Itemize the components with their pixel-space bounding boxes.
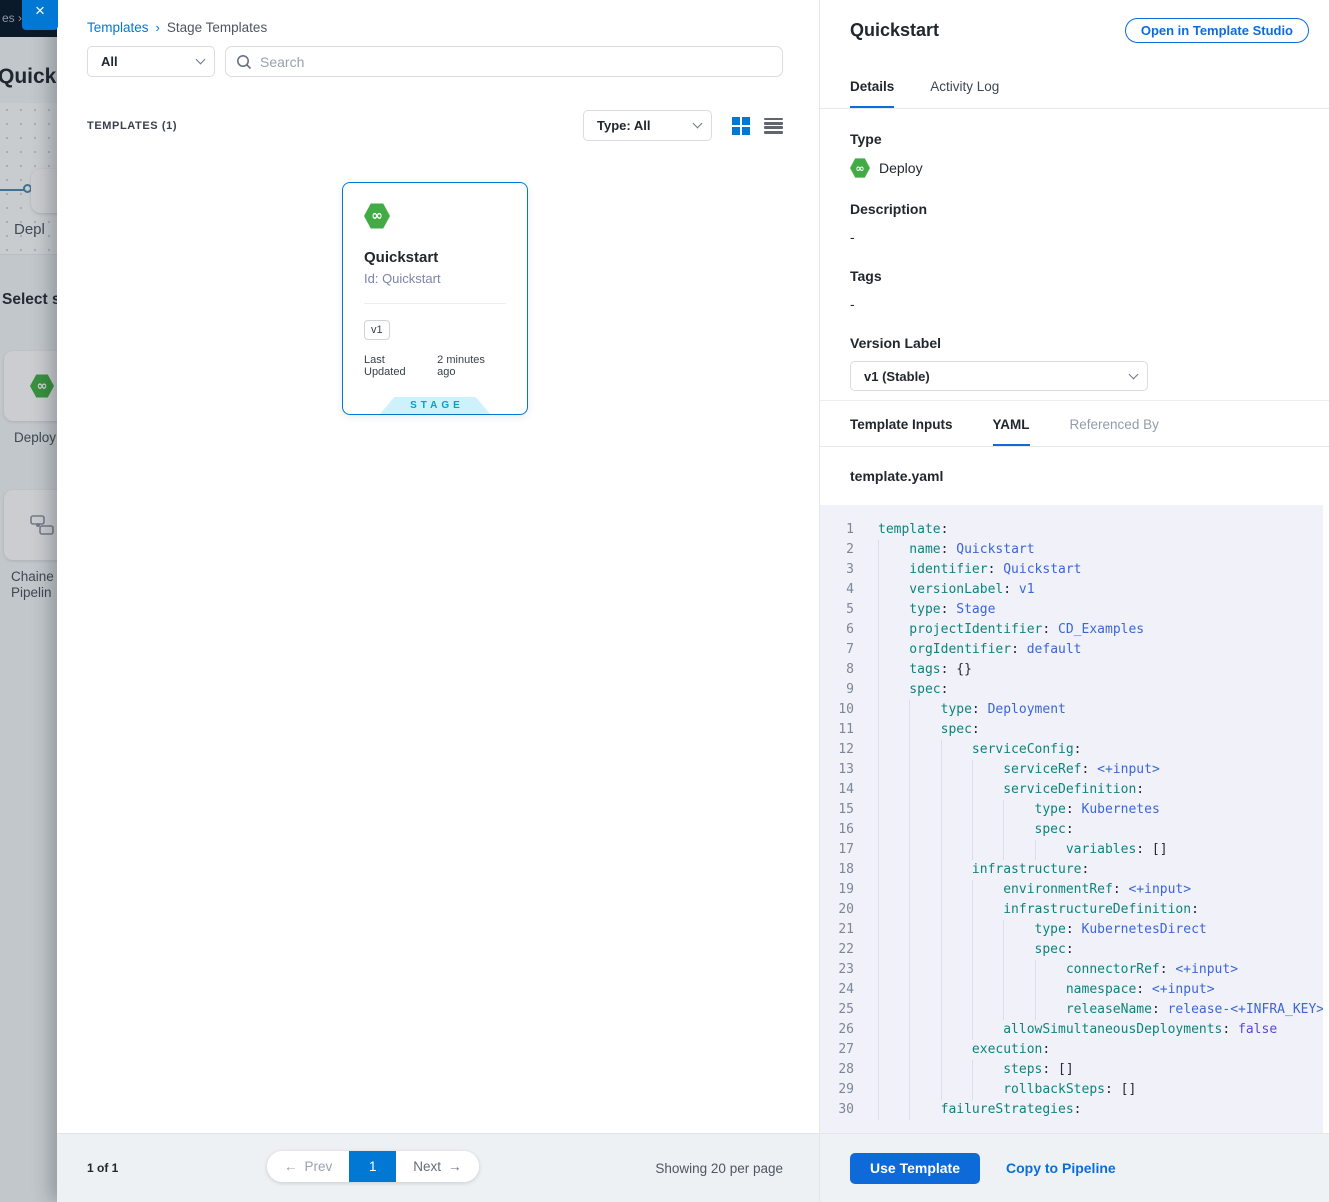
yaml-line: 6 projectIdentifier: CD_Examples [820,620,1323,640]
list-footer: 1 of 1 ← Prev 1 Next → Showing 20 per pa… [57,1133,819,1202]
last-updated-value: 2 minutes ago [437,354,506,378]
details-title: Quickstart [850,20,939,41]
breadcrumb-current: Stage Templates [167,20,267,35]
details-tabs: Details Activity Log [820,61,1329,109]
tab-details[interactable]: Details [850,79,894,108]
prev-page-button[interactable]: ← Prev [267,1151,349,1182]
yaml-line: 12 serviceConfig: [820,740,1323,760]
yaml-line: 8 tags: {} [820,660,1323,680]
stage-type-ribbon: STAGE [380,397,490,414]
tab-referenced-by[interactable]: Referenced By [1070,417,1159,446]
screen: es › Pipe Quicks Depl Select s ∞ Deploy [0,0,1329,1202]
template-details-panel: Quickstart Open in Template Studio Detai… [819,0,1329,1202]
scope-filter-value: All [101,54,118,69]
yaml-line: 29 rollbackSteps: [] [820,1080,1323,1100]
yaml-line: 7 orgIdentifier: default [820,640,1323,660]
yaml-line: 19 environmentRef: <+input> [820,880,1323,900]
template-card-quickstart[interactable]: ∞ Quickstart Id: Quickstart v1 Last Upda… [342,182,528,415]
description-label: Description [850,201,1299,217]
yaml-line: 5 type: Stage [820,600,1323,620]
open-in-template-studio-button[interactable]: Open in Template Studio [1125,18,1309,43]
yaml-line: 20 infrastructureDefinition: [820,900,1323,920]
grid-view-icon[interactable] [732,117,750,135]
chevron-down-icon [196,55,206,65]
per-page-label: Showing 20 per page [655,1161,783,1176]
tags-value: - [850,296,1299,312]
template-selector-drawer: Templates › Stage Templates All [57,0,1329,1202]
chevron-down-icon [693,119,703,129]
search-box [225,46,783,77]
tab-activity-log[interactable]: Activity Log [930,79,999,108]
yaml-line: 1template: [820,520,1323,540]
yaml-line: 9 spec: [820,680,1323,700]
scope-filter-select[interactable]: All [87,46,215,77]
last-updated-label: Last Updated [364,354,429,378]
version-select-value: v1 (Stable) [864,369,930,384]
copy-to-pipeline-link[interactable]: Copy to Pipeline [1006,1160,1116,1176]
type-label: Type [850,131,1299,147]
close-drawer-button[interactable]: × [22,0,58,30]
yaml-line: 17 variables: [] [820,840,1323,860]
version-select[interactable]: v1 (Stable) [850,361,1148,391]
yaml-file-name: template.yaml [820,447,1329,505]
yaml-line: 16 spec: [820,820,1323,840]
pagination: ← Prev 1 Next → [267,1151,479,1182]
breadcrumb: Templates › Stage Templates [87,20,783,35]
details-footer: Use Template Copy to Pipeline [820,1133,1329,1202]
yaml-line: 24 namespace: <+input> [820,980,1323,1000]
use-template-button[interactable]: Use Template [850,1153,980,1184]
yaml-editor[interactable]: 1template:2 name: Quickstart3 identifier… [820,505,1323,1133]
yaml-line: 18 infrastructure: [820,860,1323,880]
details-sub-tabs: Template Inputs YAML Referenced By [820,400,1329,447]
close-icon: × [35,0,45,22]
deploy-hexagon-icon: ∞ [850,158,870,178]
modal-dim-overlay [0,0,57,1202]
yaml-line: 2 name: Quickstart [820,540,1323,560]
yaml-line: 11 spec: [820,720,1323,740]
yaml-line: 13 serviceRef: <+input> [820,760,1323,780]
next-page-button[interactable]: Next → [396,1151,478,1182]
yaml-line: 3 identifier: Quickstart [820,560,1323,580]
breadcrumb-templates-link[interactable]: Templates [87,20,149,35]
details-body: Type ∞ Deploy Description - Tags - [820,109,1329,400]
yaml-line: 28 steps: [] [820,1060,1323,1080]
yaml-line: 27 execution: [820,1040,1323,1060]
type-filter-value: Type: All [597,118,650,133]
templates-count-label: TEMPLATES (1) [87,120,177,132]
yaml-line: 14 serviceDefinition: [820,780,1323,800]
yaml-line: 23 connectorRef: <+input> [820,960,1323,980]
description-value: - [850,229,1299,245]
yaml-line: 22 spec: [820,940,1323,960]
arrow-left-icon: ← [284,1159,298,1174]
search-input[interactable] [260,54,772,70]
yaml-line: 10 type: Deployment [820,700,1323,720]
yaml-line: 15 type: Kubernetes [820,800,1323,820]
template-card-id: Id: Quickstart [364,271,506,286]
template-card-title: Quickstart [364,249,506,266]
arrow-right-icon: → [448,1159,462,1174]
card-divider [364,303,506,304]
version-label: Version Label [850,335,1299,351]
type-value: Deploy [879,160,923,176]
yaml-line: 26 allowSimultaneousDeployments: false [820,1020,1323,1040]
yaml-line: 25 releaseName: release-<+INFRA_KEY> [820,1000,1323,1020]
tab-yaml[interactable]: YAML [993,417,1030,446]
page-summary: 1 of 1 [87,1161,118,1175]
tags-label: Tags [850,268,1299,284]
page-1-button[interactable]: 1 [349,1151,396,1182]
version-badge: v1 [364,320,390,340]
yaml-line: 30 failureStrategies: [820,1100,1323,1120]
yaml-line: 4 versionLabel: v1 [820,580,1323,600]
search-icon [236,54,252,70]
breadcrumb-chevron-icon: › [156,20,160,35]
template-list-panel: Templates › Stage Templates All [57,0,819,1202]
deploy-hexagon-icon: ∞ [364,203,390,229]
chevron-down-icon [1129,369,1139,379]
list-view-icon[interactable] [764,118,783,134]
type-filter-select[interactable]: Type: All [583,110,712,141]
yaml-line: 21 type: KubernetesDirect [820,920,1323,940]
tab-template-inputs[interactable]: Template Inputs [850,417,953,446]
